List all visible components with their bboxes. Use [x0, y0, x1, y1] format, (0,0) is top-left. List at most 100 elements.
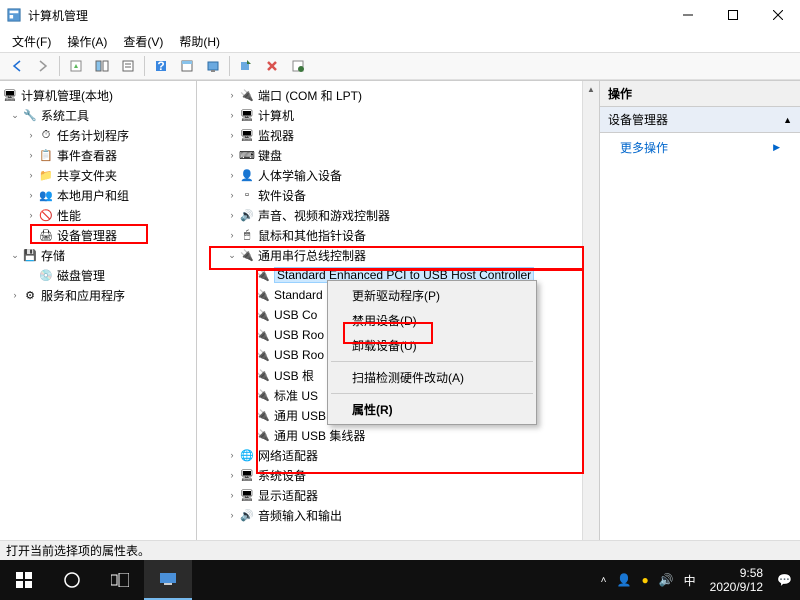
tray-chevron-icon[interactable]: ˄: [601, 575, 607, 586]
left-pane: 🖥 计算机管理(本地) ⌄ 🔧 系统工具 ›⏱任务计划程序 ›📋事件查看器 ›📁…: [0, 81, 197, 555]
expand-icon[interactable]: ›: [225, 470, 239, 480]
expand-icon[interactable]: ›: [225, 510, 239, 520]
device-category[interactable]: ›🖥计算机: [203, 105, 599, 125]
cm-uninstall-device[interactable]: 卸载设备(U): [330, 333, 534, 358]
display-icon: 🖥: [239, 487, 255, 503]
expand-icon[interactable]: ›: [225, 490, 239, 500]
actions-subheader[interactable]: 设备管理器 ▲: [600, 107, 800, 133]
usb-icon: 🔌: [239, 247, 255, 263]
tray-people-icon[interactable]: 👤: [616, 573, 631, 587]
help-button[interactable]: ?: [149, 55, 173, 77]
menu-help[interactable]: 帮助(H): [173, 31, 226, 52]
refresh-button[interactable]: [286, 55, 310, 77]
scroll-up-icon[interactable]: ▲: [583, 81, 599, 98]
cm-scan-hardware[interactable]: 扫描检测硬件改动(A): [330, 365, 534, 390]
cm-disable-device[interactable]: 禁用设备(D): [330, 308, 534, 333]
tree-item-shared-folders[interactable]: ›📁共享文件夹: [0, 165, 196, 185]
device-category[interactable]: ›👤人体学输入设备: [203, 165, 599, 185]
clock[interactable]: 9:58 2020/9/12: [706, 566, 767, 595]
expand-icon[interactable]: ›: [225, 110, 239, 120]
expand-icon[interactable]: ›: [24, 190, 38, 200]
menu-view[interactable]: 查看(V): [117, 31, 169, 52]
close-button[interactable]: [755, 0, 800, 30]
menubar: 文件(F) 操作(A) 查看(V) 帮助(H): [0, 30, 800, 52]
tree-services[interactable]: ›⚙服务和应用程序: [0, 285, 196, 305]
scan-button[interactable]: [234, 55, 258, 77]
usb-icon: 🔌: [255, 407, 271, 423]
back-button[interactable]: [5, 55, 29, 77]
monitor-icon: 🖥: [239, 127, 255, 143]
device-category[interactable]: ›🔌端口 (COM 和 LPT): [203, 85, 599, 105]
tree-system-tools[interactable]: ⌄ 🔧 系统工具: [0, 105, 196, 125]
expand-icon[interactable]: ›: [24, 170, 38, 180]
expand-icon[interactable]: ›: [225, 130, 239, 140]
show-hide-button[interactable]: [90, 55, 114, 77]
tree-item-disk-mgmt[interactable]: 💿磁盘管理: [0, 265, 196, 285]
tree-item-performance[interactable]: ›🚫性能: [0, 205, 196, 225]
tray-ime-indicator[interactable]: 中: [684, 572, 696, 589]
menu-action[interactable]: 操作(A): [61, 31, 113, 52]
expand-icon[interactable]: ›: [24, 150, 38, 160]
tray-volume-icon[interactable]: 🔊: [659, 573, 674, 587]
usb-icon: 🔌: [255, 307, 271, 323]
expand-icon[interactable]: ›: [24, 210, 38, 220]
vertical-scrollbar[interactable]: ▲ ▼: [582, 81, 599, 555]
start-button[interactable]: [0, 560, 48, 600]
cm-properties[interactable]: 属性(R): [330, 397, 534, 422]
window-title: 计算机管理: [28, 7, 665, 24]
tray-security-icon[interactable]: ●: [641, 573, 648, 587]
device-category-usb[interactable]: ⌄🔌通用串行总线控制器: [203, 245, 599, 265]
expand-icon[interactable]: ›: [225, 150, 239, 160]
tree-item-device-manager[interactable]: 🖨设备管理器: [0, 225, 196, 245]
minimize-button[interactable]: [665, 0, 710, 30]
delete-button[interactable]: [260, 55, 284, 77]
task-app-button[interactable]: [144, 560, 192, 600]
expand-icon[interactable]: ›: [225, 210, 239, 220]
computer-icon: 🖥: [239, 107, 255, 123]
device-category[interactable]: ›🔊音频输入和输出: [203, 505, 599, 525]
expand-icon[interactable]: ›: [8, 290, 22, 300]
view1-button[interactable]: [175, 55, 199, 77]
device-category[interactable]: ›🖥系统设备: [203, 465, 599, 485]
collapse-icon[interactable]: ⌄: [8, 110, 22, 121]
hid-icon: 👤: [239, 167, 255, 183]
expand-icon[interactable]: ›: [225, 190, 239, 200]
view2-button[interactable]: [201, 55, 225, 77]
device-item-usb[interactable]: 🔌通用 USB 集线器: [203, 425, 599, 445]
forward-button[interactable]: [31, 55, 55, 77]
tree-storage[interactable]: ⌄💾存储: [0, 245, 196, 265]
collapse-icon[interactable]: ⌄: [8, 250, 22, 261]
mouse-icon: 🖱: [239, 227, 255, 243]
device-category[interactable]: ›▫软件设备: [203, 185, 599, 205]
tree-item-task-scheduler[interactable]: ›⏱任务计划程序: [0, 125, 196, 145]
expand-icon[interactable]: ›: [225, 230, 239, 240]
properties-button[interactable]: [116, 55, 140, 77]
expand-icon[interactable]: ›: [225, 90, 239, 100]
cortana-button[interactable]: [48, 560, 96, 600]
tree-root[interactable]: 🖥 计算机管理(本地): [0, 85, 196, 105]
device-category[interactable]: ›🖥监视器: [203, 125, 599, 145]
expand-icon[interactable]: ›: [225, 450, 239, 460]
tree-item-local-users[interactable]: ›👥本地用户和组: [0, 185, 196, 205]
event-icon: 📋: [38, 147, 54, 163]
tree-item-event-viewer[interactable]: ›📋事件查看器: [0, 145, 196, 165]
collapse-icon[interactable]: ▲: [783, 115, 792, 125]
left-tree[interactable]: 🖥 计算机管理(本地) ⌄ 🔧 系统工具 ›⏱任务计划程序 ›📋事件查看器 ›📁…: [0, 81, 196, 309]
computer-icon: 🖥: [2, 87, 18, 103]
device-category[interactable]: ›🖱鼠标和其他指针设备: [203, 225, 599, 245]
cm-update-driver[interactable]: 更新驱动程序(P): [330, 283, 534, 308]
device-category[interactable]: ›🌐网络适配器: [203, 445, 599, 465]
mid-pane: ▲ ▼ ›🔌端口 (COM 和 LPT) ›🖥计算机 ›🖥监视器 ›⌨键盘 ›👤…: [197, 81, 600, 555]
device-category[interactable]: ›⌨键盘: [203, 145, 599, 165]
device-category[interactable]: ›🔊声音、视频和游戏控制器: [203, 205, 599, 225]
collapse-icon[interactable]: ⌄: [225, 250, 239, 261]
menu-file[interactable]: 文件(F): [6, 31, 57, 52]
task-view-button[interactable]: [96, 560, 144, 600]
maximize-button[interactable]: [710, 0, 755, 30]
expand-icon[interactable]: ›: [24, 130, 38, 140]
device-category[interactable]: ›🖥显示适配器: [203, 485, 599, 505]
up-button[interactable]: [64, 55, 88, 77]
notification-icon[interactable]: 💬: [777, 573, 792, 587]
more-actions-link[interactable]: 更多操作 ▶: [600, 133, 800, 162]
expand-icon[interactable]: ›: [225, 170, 239, 180]
